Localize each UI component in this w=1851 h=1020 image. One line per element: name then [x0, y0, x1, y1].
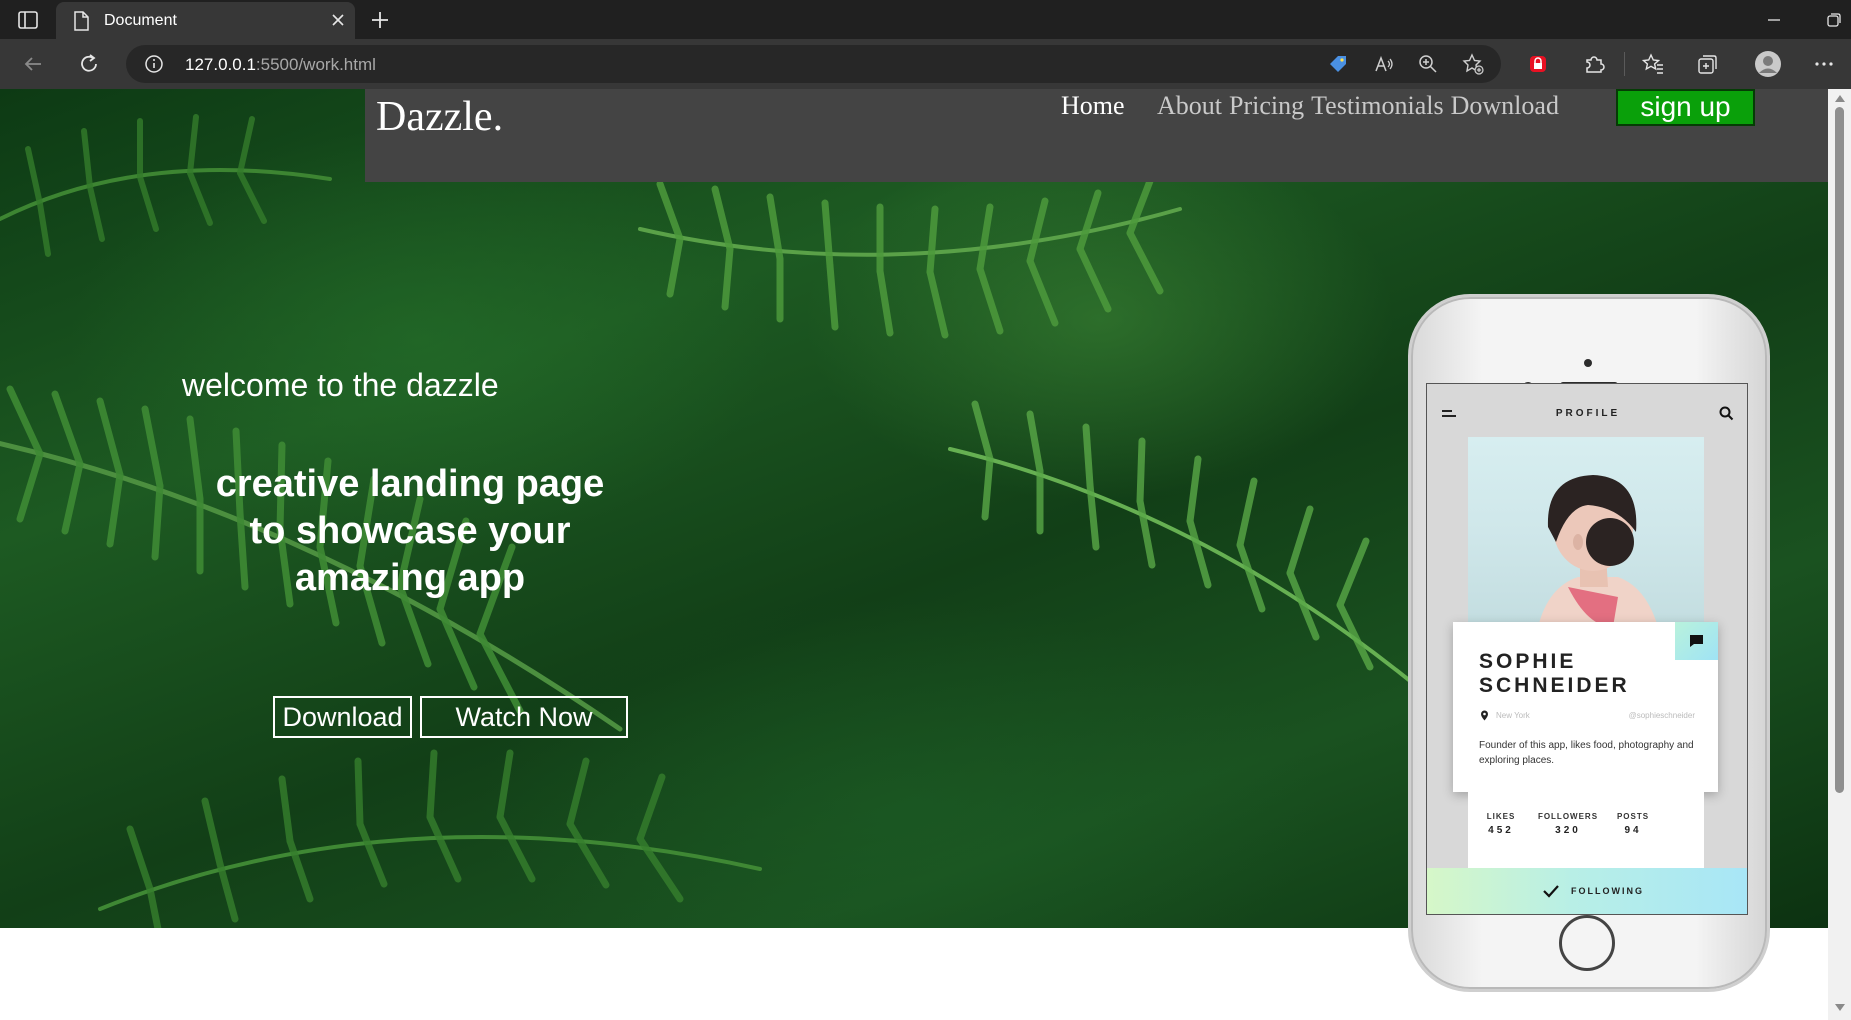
stat-value: 320	[1555, 825, 1581, 836]
back-icon[interactable]	[20, 51, 46, 77]
close-icon[interactable]	[329, 11, 347, 29]
nav-link-pricing[interactable]: Pricing	[1229, 91, 1304, 120]
sidebar-icon[interactable]	[17, 9, 39, 31]
headline-line: to showcase your	[249, 510, 571, 552]
add-favorite-icon[interactable]	[1462, 53, 1484, 75]
stat-likes: LIKES 452	[1466, 812, 1536, 836]
check-icon	[1543, 885, 1559, 898]
nav-link-about[interactable]: About	[1157, 91, 1222, 120]
collections-icon[interactable]	[1695, 51, 1721, 77]
web-page: Dazzle. Home About Pricing Testimonials Dow…	[0, 89, 1828, 1020]
tab-title: Document	[104, 12, 177, 29]
phone-sensor	[1584, 359, 1592, 367]
following-bar: FOLLOWING	[1427, 868, 1747, 914]
nav-link-testimonials[interactable]: Testimonials	[1311, 91, 1444, 120]
watch-now-button[interactable]: Watch Now	[420, 696, 628, 738]
profile-icon[interactable]	[1754, 50, 1782, 78]
profile-location: New York	[1496, 711, 1530, 720]
nav-links: About Pricing Testimonials Download	[1157, 91, 1566, 121]
scroll-thumb[interactable]	[1835, 107, 1844, 793]
stat-value: 94	[1624, 825, 1642, 836]
browser-titlebar: Document	[0, 0, 1851, 39]
hero-headline: creative landing page to showcase your a…	[160, 461, 660, 602]
message-badge	[1675, 622, 1718, 660]
url-path: :5500/work.html	[255, 55, 376, 74]
site-navbar: Dazzle. Home About Pricing Testimonials Dow…	[365, 89, 1828, 182]
stat-value: 452	[1488, 825, 1514, 836]
search-icon	[1719, 406, 1734, 421]
name-line: SCHNEIDER	[1479, 674, 1630, 697]
profile-stats: LIKES 452 FOLLOWERS 320 POSTS 94	[1468, 792, 1704, 868]
scroll-up-arrow-icon[interactable]	[1835, 95, 1845, 102]
stat-label: FOLLOWERS	[1537, 812, 1599, 821]
extensions-icon[interactable]	[1581, 51, 1607, 77]
info-icon[interactable]	[144, 54, 164, 74]
stat-label: POSTS	[1616, 812, 1650, 821]
lock-extension-icon[interactable]	[1525, 51, 1551, 77]
following-label: FOLLOWING	[1571, 886, 1644, 896]
profile-name: SOPHIE SCHNEIDER	[1479, 650, 1630, 698]
favorites-icon[interactable]	[1640, 51, 1666, 77]
address-bar[interactable]: 127.0.0.1:5500/work.html	[126, 45, 1501, 83]
stat-posts: POSTS 94	[1598, 812, 1668, 836]
refresh-icon[interactable]	[76, 51, 102, 77]
phone-screen: PROFILE SOPHIE SCHNEIDER New York @sophi…	[1426, 383, 1748, 915]
zoom-icon[interactable]	[1417, 53, 1439, 75]
location-pin-icon	[1481, 710, 1488, 721]
toolbar-separator	[1624, 52, 1625, 76]
profile-photo	[1468, 437, 1704, 627]
browser-toolbar: 127.0.0.1:5500/work.html	[0, 39, 1851, 89]
url-host: 127.0.0.1	[185, 55, 256, 74]
nav-link-home[interactable]: Home	[1061, 91, 1125, 121]
portrait-illustration	[1538, 475, 1658, 627]
phone-mockup: PROFILE SOPHIE SCHNEIDER New York @sophi…	[1408, 294, 1770, 992]
profile-title: PROFILE	[1555, 408, 1621, 419]
plus-icon[interactable]	[369, 9, 391, 31]
profile-bio: Founder of this app, likes food, photogr…	[1479, 740, 1694, 766]
headline-line: amazing app	[294, 557, 526, 599]
profile-handle: @sophieschneider	[1628, 711, 1695, 720]
scroll-down-arrow-icon[interactable]	[1835, 1004, 1845, 1011]
brand-logo[interactable]: Dazzle.	[376, 93, 503, 141]
chat-icon	[1690, 635, 1703, 647]
restore-icon[interactable]	[1824, 10, 1844, 30]
nav-link-download[interactable]: Download	[1451, 91, 1559, 120]
read-aloud-icon[interactable]	[1373, 53, 1395, 75]
browser-tab[interactable]: Document	[56, 2, 355, 39]
page-scrollbar[interactable]	[1828, 89, 1851, 1020]
document-icon	[74, 11, 89, 31]
minimize-icon[interactable]	[1764, 10, 1784, 30]
signup-button[interactable]: sign up	[1616, 89, 1755, 126]
download-button[interactable]: Download	[273, 696, 412, 738]
stat-followers: FOLLOWERS 320	[1533, 812, 1603, 836]
url-text[interactable]: 127.0.0.1:5500/work.html	[185, 55, 376, 75]
phone-home-button	[1559, 915, 1615, 971]
name-line: SOPHIE	[1479, 650, 1577, 673]
welcome-text: welcome to the dazzle	[182, 367, 499, 403]
headline-line: creative landing page	[215, 463, 605, 505]
profile-card: SOPHIE SCHNEIDER New York @sophieschneid…	[1453, 622, 1718, 792]
stat-label: LIKES	[1486, 812, 1516, 821]
more-icon[interactable]	[1811, 51, 1837, 77]
tag-icon[interactable]	[1327, 53, 1349, 75]
